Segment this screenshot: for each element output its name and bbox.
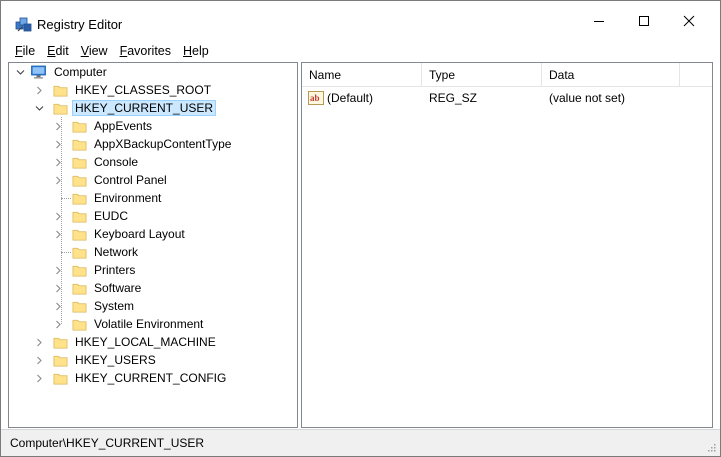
svg-text:ab: ab [310, 93, 320, 103]
value-name-cell: ab (Default) [302, 91, 422, 105]
folder-icon [72, 175, 87, 186]
tree-item-system[interactable]: System [55, 297, 137, 315]
tree-item-keyboard-layout[interactable]: Keyboard Layout [55, 225, 188, 243]
tree-label: HKEY_CLASSES_ROOT [75, 83, 212, 97]
tree-item-hkey-classes-root[interactable]: HKEY_CLASSES_ROOT [36, 81, 214, 99]
tree-item-hkey-current-user[interactable]: HKEY_CURRENT_USER [35, 99, 217, 117]
tree-label: HKEY_CURRENT_CONFIG [75, 371, 227, 385]
tree-guide-line [61, 252, 71, 253]
tree-item-hkey-local-machine[interactable]: HKEY_LOCAL_MACHINE [36, 333, 219, 351]
folder-icon [72, 193, 87, 204]
value-data: (value not set) [549, 91, 626, 105]
close-button[interactable] [666, 7, 712, 35]
tree-item-computer[interactable]: Computer [15, 63, 110, 81]
window-title: Registry Editor [37, 17, 123, 32]
tree-label: Volatile Environment [94, 317, 204, 331]
chevron-down-icon[interactable] [15, 67, 25, 77]
tree-label: HKEY_CURRENT_USER [72, 100, 217, 116]
tree-label: Control Panel [94, 173, 167, 187]
tree-item-software[interactable]: Software [55, 279, 144, 297]
folder-icon [72, 283, 87, 294]
tree-label: Console [94, 155, 139, 169]
tree-item-control-panel[interactable]: Control Panel [55, 171, 170, 189]
tree-item-eudc[interactable]: EUDC [55, 207, 131, 225]
folder-icon [72, 319, 87, 330]
folder-icon [53, 355, 68, 366]
folder-icon [72, 229, 87, 240]
title-bar[interactable]: Registry Editor [1, 1, 720, 39]
tree-guide-line [61, 198, 71, 199]
tree-item-appevents[interactable]: AppEvents [55, 117, 155, 135]
tree-item-printers[interactable]: Printers [55, 261, 138, 279]
column-header-filler [680, 63, 712, 87]
registry-editor-window: Registry Editor File Edit View Favorites… [0, 0, 721, 457]
close-icon [683, 15, 695, 27]
string-value-icon: ab [308, 91, 324, 105]
tree-label: System [94, 299, 135, 313]
column-header-type[interactable]: Type [422, 63, 542, 87]
resize-grip-icon[interactable] [706, 442, 716, 452]
folder-icon [72, 121, 87, 132]
menu-file[interactable]: File [9, 41, 41, 61]
tree-guide-line [61, 117, 62, 324]
chevron-right-icon[interactable] [34, 337, 44, 347]
minimize-icon [594, 21, 604, 22]
folder-icon [72, 247, 87, 258]
key-tree-pane[interactable]: Computer HKEY_CLASSES_ROOT HKEY_CURRENT_U… [8, 62, 298, 428]
computer-icon [31, 65, 46, 79]
folder-icon [53, 85, 68, 96]
tree-label: AppEvents [94, 119, 153, 133]
tree-label: Printers [94, 263, 136, 277]
folder-icon [72, 301, 87, 312]
folder-icon [53, 337, 68, 348]
menu-help[interactable]: Help [177, 41, 215, 61]
maximize-button[interactable] [621, 7, 667, 35]
column-header-data[interactable]: Data [542, 63, 680, 87]
chevron-down-icon[interactable] [34, 103, 44, 113]
tree-item-console[interactable]: Console [55, 153, 141, 171]
chevron-right-icon[interactable] [34, 355, 44, 365]
registry-editor-icon [15, 17, 32, 32]
menu-edit[interactable]: Edit [41, 41, 75, 61]
tree-item-hkey-users[interactable]: HKEY_USERS [36, 351, 159, 369]
minimize-button[interactable] [576, 7, 622, 35]
values-list-pane[interactable]: Name Type Data ab (Default) REG_SZ (valu… [301, 62, 713, 428]
status-bar: Computer\HKEY_CURRENT_USER [1, 429, 720, 456]
folder-icon [53, 373, 68, 384]
tree-item-environment[interactable]: Environment [72, 189, 164, 207]
status-path: Computer\HKEY_CURRENT_USER [10, 436, 205, 450]
tree-label: Keyboard Layout [94, 227, 185, 241]
tree-label: AppXBackupContentType [94, 137, 232, 151]
column-header-name[interactable]: Name [302, 63, 422, 87]
tree-label: HKEY_USERS [75, 353, 156, 367]
menu-bar: File Edit View Favorites Help [1, 41, 720, 61]
tree-item-appxbackupcontenttype[interactable]: AppXBackupContentType [55, 135, 234, 153]
folder-icon [72, 157, 87, 168]
tree-label: HKEY_LOCAL_MACHINE [75, 335, 216, 349]
maximize-icon [639, 16, 649, 26]
menu-favorites[interactable]: Favorites [114, 41, 177, 61]
tree-label: Network [94, 245, 139, 259]
tree-label: EUDC [94, 209, 129, 223]
folder-icon [72, 265, 87, 276]
chevron-right-icon[interactable] [34, 85, 44, 95]
chevron-right-icon[interactable] [34, 373, 44, 383]
tree-label: Software [94, 281, 142, 295]
list-header: Name Type Data [302, 63, 712, 87]
tree-item-hkey-current-config[interactable]: HKEY_CURRENT_CONFIG [36, 369, 229, 387]
value-row[interactable]: ab (Default) REG_SZ (value not set) [302, 88, 712, 108]
folder-icon [72, 211, 87, 222]
tree-item-volatile-environment[interactable]: Volatile Environment [55, 315, 206, 333]
tree-item-network[interactable]: Network [72, 243, 141, 261]
folder-icon [72, 139, 87, 150]
value-type: REG_SZ [429, 91, 478, 105]
menu-view[interactable]: View [75, 41, 114, 61]
folder-icon [53, 103, 68, 114]
tree-label: Computer [54, 65, 107, 79]
value-name: (Default) [327, 91, 374, 105]
tree-label: Environment [94, 191, 162, 205]
